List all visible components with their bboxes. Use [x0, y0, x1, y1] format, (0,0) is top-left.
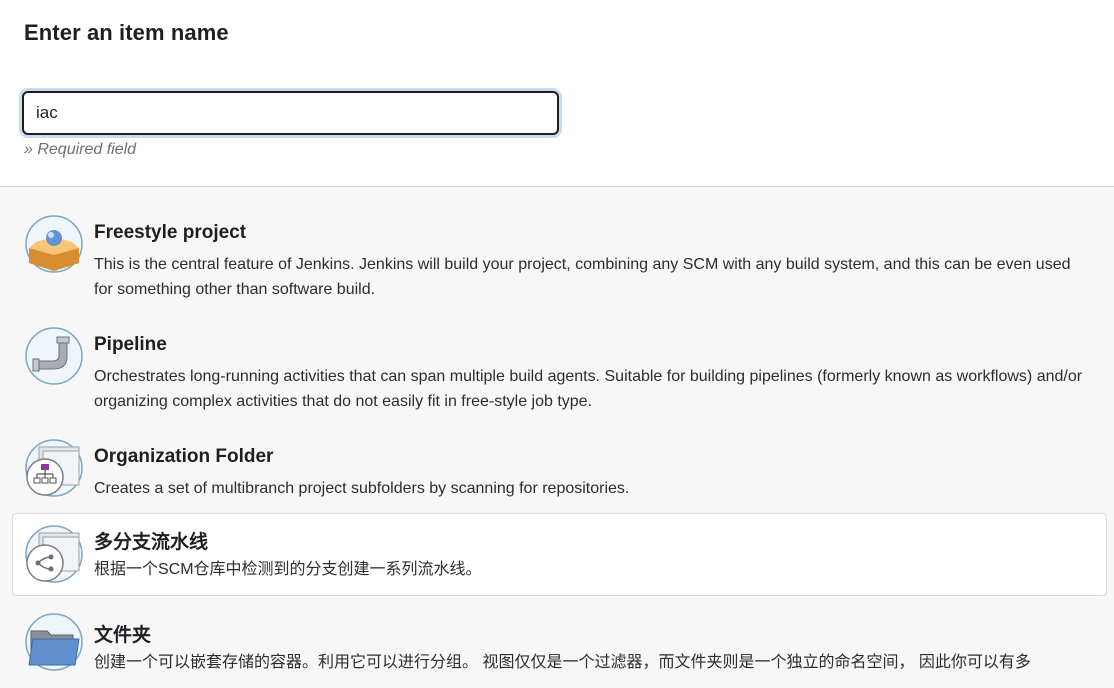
- item-name-header: Enter an item name » Required field: [0, 0, 1114, 187]
- item-name-input[interactable]: [22, 91, 559, 135]
- organization-folder-icon: [25, 439, 83, 497]
- folder-icon: [25, 613, 83, 671]
- item-description: Orchestrates long-running activities tha…: [94, 368, 1083, 410]
- freestyle-box-icon: [25, 215, 83, 273]
- pipeline-pipe-icon: [25, 327, 83, 385]
- item-title: Pipeline: [94, 334, 167, 355]
- item-title: Organization Folder: [94, 446, 274, 467]
- item-type-multibranch-pipeline[interactable]: 多分支流水线 根据一个SCM仓库中检测到的分支创建一系列流水线。: [12, 513, 1107, 596]
- item-description: 根据一个SCM仓库中检测到的分支创建一系列流水线。: [94, 561, 482, 578]
- item-description: This is the central feature of Jenkins. …: [94, 256, 1071, 298]
- item-type-folder[interactable]: 文件夹 创建一个可以嵌套存储的容器。利用它可以进行分组。 视图仅仅是一个过滤器，…: [12, 598, 1107, 688]
- item-description: 创建一个可以嵌套存储的容器。利用它可以进行分组。 视图仅仅是一个过滤器，而文件夹…: [94, 654, 1031, 671]
- page-title: Enter an item name: [24, 20, 229, 45]
- item-type-organization-folder[interactable]: Organization Folder Creates a set of mul…: [12, 424, 1107, 506]
- item-type-freestyle-project[interactable]: Freestyle project This is the central fe…: [12, 200, 1107, 306]
- item-title: 多分支流水线: [94, 532, 209, 553]
- item-title: 文件夹: [94, 625, 152, 646]
- required-field-hint: » Required field: [24, 141, 137, 158]
- item-title: Freestyle project: [94, 222, 247, 243]
- multibranch-pipeline-icon: [25, 525, 83, 583]
- item-description: Creates a set of multibranch project sub…: [94, 480, 630, 497]
- item-type-pipeline[interactable]: Pipeline Orchestrates long-running activ…: [12, 312, 1107, 418]
